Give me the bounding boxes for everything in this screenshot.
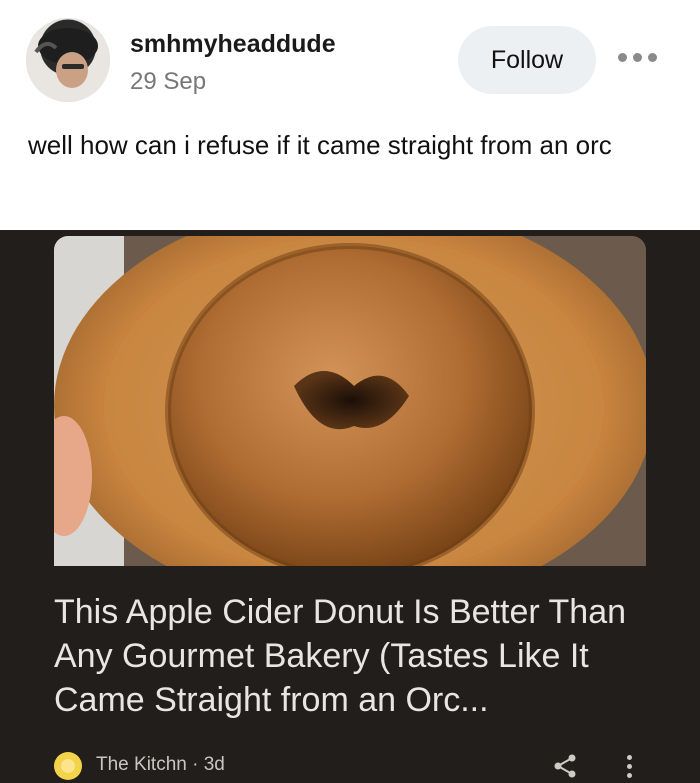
- post-header: smhmyheaddude 29 Sep Follow: [0, 0, 700, 110]
- post-date: 29 Sep: [130, 68, 207, 95]
- embedded-article-card[interactable]: This Apple Cider Donut Is Better Than An…: [0, 230, 700, 783]
- follow-button[interactable]: Follow: [458, 26, 596, 94]
- source-name[interactable]: The Kitchn · 3d: [96, 754, 225, 776]
- share-icon[interactable]: [551, 752, 579, 780]
- source-logo: [54, 752, 82, 780]
- more-vertical-icon[interactable]: [622, 752, 636, 780]
- username[interactable]: smhmyheaddude: [130, 30, 336, 59]
- avatar[interactable]: [26, 18, 110, 102]
- article-source-row: The Kitchn · 3d: [54, 750, 654, 780]
- post-text: well how can i refuse if it came straigh…: [28, 130, 612, 160]
- more-options-icon[interactable]: [612, 42, 662, 72]
- article-headline[interactable]: This Apple Cider Donut Is Better Than An…: [54, 590, 654, 722]
